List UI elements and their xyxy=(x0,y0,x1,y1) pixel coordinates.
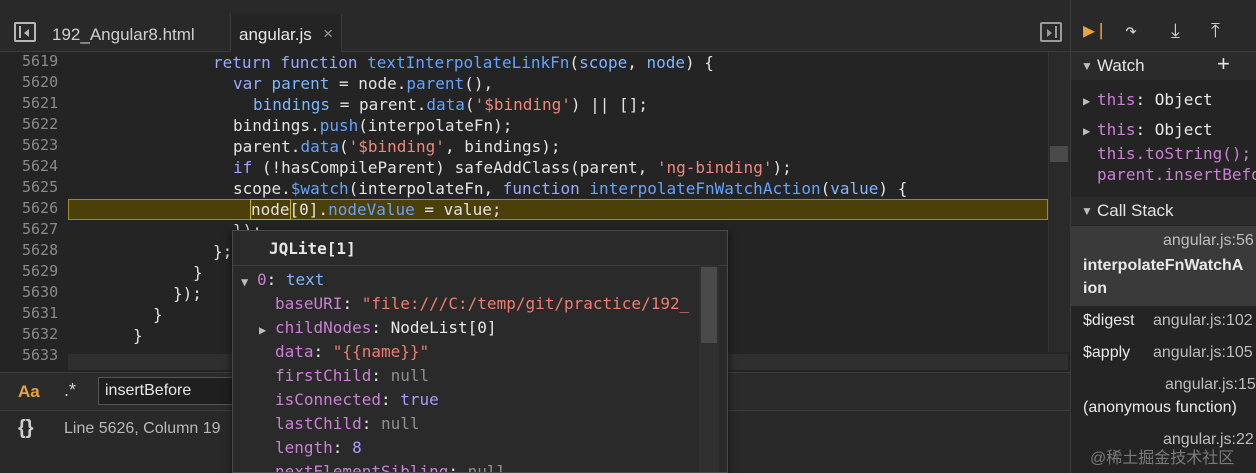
watch-item[interactable]: this.toString(); xyxy=(1097,144,1251,163)
watermark: @稀土掘金技术社区 xyxy=(1090,450,1235,467)
step-into-icon[interactable]: ⤓ xyxy=(1171,18,1180,42)
popover-scrollbar-thumb[interactable] xyxy=(701,267,717,343)
property-row[interactable]: isConnected: true xyxy=(275,388,439,412)
line-number[interactable]: 5625 xyxy=(22,178,64,196)
code-line: } xyxy=(193,263,203,282)
line-number[interactable]: 5620 xyxy=(22,73,64,91)
watch-item[interactable]: parent.insertBefo xyxy=(1097,165,1256,184)
call-stack-section-header[interactable]: ▼ Call Stack xyxy=(1071,197,1256,225)
divider xyxy=(233,265,727,266)
scrollbar-thumb[interactable] xyxy=(1050,146,1068,162)
cursor-position: Line 5626, Column 19 xyxy=(64,420,221,437)
expanded-triangle-icon: ▼ xyxy=(1081,204,1093,218)
watch-item[interactable]: this: Object xyxy=(1097,120,1213,139)
tab-angular-js[interactable]: angular.js × xyxy=(230,14,342,52)
call-frame[interactable]: $digest angular.js:102 xyxy=(1071,306,1256,338)
toggle-navigator-icon[interactable] xyxy=(14,22,36,42)
code-line: }; xyxy=(213,242,233,261)
line-number[interactable]: 5629 xyxy=(22,262,64,280)
code-line-paused: node[0].nodeValue = value; xyxy=(250,199,502,220)
search-input[interactable] xyxy=(98,377,238,405)
line-number[interactable]: 5619 xyxy=(22,52,64,70)
watch-section-header[interactable]: ▼ Watch + xyxy=(1071,50,1256,80)
line-number[interactable]: 5632 xyxy=(22,325,64,343)
code-line: } xyxy=(133,326,143,345)
line-number[interactable]: 5623 xyxy=(22,136,64,154)
code-line: } xyxy=(153,305,163,324)
line-number[interactable]: 5630 xyxy=(22,283,64,301)
property-row[interactable]: firstChild: null xyxy=(275,364,429,388)
line-number[interactable]: 5622 xyxy=(22,115,64,133)
property-row[interactable]: length: 8 xyxy=(275,436,362,460)
call-frame-selected[interactable]: angular.js:56 interpolateFnWatchA ion xyxy=(1071,226,1256,306)
watch-item[interactable]: this: Object xyxy=(1097,90,1213,109)
code-line: return function textInterpolateLinkFn(sc… xyxy=(213,53,714,72)
vertical-scrollbar[interactable] xyxy=(1048,52,1070,352)
code-line: bindings = parent.data('$binding') || []… xyxy=(253,95,648,114)
line-gutter: 5619 5620 5621 5622 5623 5624 5625 5626 … xyxy=(0,52,68,372)
line-number[interactable]: 5621 xyxy=(22,94,64,112)
code-line: parent.data('$binding', bindings); xyxy=(233,137,561,156)
collapsed-triangle-icon[interactable]: ▶ xyxy=(259,323,266,337)
line-number[interactable]: 5627 xyxy=(22,220,64,238)
toggle-debugger-icon[interactable] xyxy=(1040,22,1062,42)
code-line: }); xyxy=(173,284,202,303)
step-out-icon[interactable]: ⤒ xyxy=(1211,18,1220,42)
code-line: scope.$watch(interpolateFn, function int… xyxy=(233,179,908,198)
line-number[interactable]: 5626 xyxy=(22,199,64,217)
collapsed-triangle-icon[interactable]: ▶ xyxy=(1083,94,1090,108)
popover-title: JQLite[1] xyxy=(269,239,356,258)
line-number[interactable]: 5628 xyxy=(22,241,64,259)
tab-192-angular8[interactable]: 192_Angular8.html xyxy=(52,14,195,52)
editor-tab-bar: 192_Angular8.html angular.js × xyxy=(0,0,1070,52)
property-row[interactable]: data: "{{name}}" xyxy=(275,340,429,364)
code-line: if (!hasCompileParent) safeAddClass(pare… xyxy=(233,158,792,177)
pretty-print-button[interactable]: {} xyxy=(18,417,34,440)
code-line: bindings.push(interpolateFn); xyxy=(233,116,513,135)
debugger-toolbar: ▶❘ ↷ ⤓ ⤒ xyxy=(1071,0,1256,52)
step-over-icon[interactable]: ↷ xyxy=(1125,18,1137,42)
match-case-button[interactable]: Aa xyxy=(18,382,40,402)
resume-icon[interactable]: ▶❘ xyxy=(1083,18,1107,42)
line-number[interactable]: 5624 xyxy=(22,157,64,175)
property-row[interactable]: nextElementSibling: null xyxy=(275,460,506,472)
object-preview-popover: JQLite[1] ▼ 0: text baseURI: "file:///C:… xyxy=(232,230,728,473)
call-frame[interactable]: angular.js:153 (anonymous function) xyxy=(1071,370,1256,426)
expanded-triangle-icon: ▼ xyxy=(1081,59,1093,73)
line-number[interactable]: 5631 xyxy=(22,304,64,322)
debugger-sidebar: ▶❘ ↷ ⤓ ⤒ ▼ Watch + ▶ this: Object ▶ this… xyxy=(1070,0,1256,473)
add-watch-icon[interactable]: + xyxy=(1217,50,1230,78)
call-frame[interactable]: $apply angular.js:105 xyxy=(1071,338,1256,370)
collapsed-triangle-icon[interactable]: ▶ xyxy=(1083,124,1090,138)
tab-label: angular.js xyxy=(239,25,312,44)
property-row[interactable]: lastChild: null xyxy=(275,412,420,436)
code-line: var parent = node.parent(), xyxy=(233,74,494,93)
close-icon[interactable]: × xyxy=(323,24,333,44)
regex-button[interactable]: .* xyxy=(64,380,76,401)
property-row[interactable]: childNodes: NodeList[0] xyxy=(275,316,497,340)
property-row[interactable]: baseURI: "file:///C:/temp/git/practice/1… xyxy=(275,292,689,316)
line-number[interactable]: 5633 xyxy=(22,346,64,364)
property-row[interactable]: 0: text xyxy=(257,268,324,292)
expanded-triangle-icon[interactable]: ▼ xyxy=(241,275,248,289)
